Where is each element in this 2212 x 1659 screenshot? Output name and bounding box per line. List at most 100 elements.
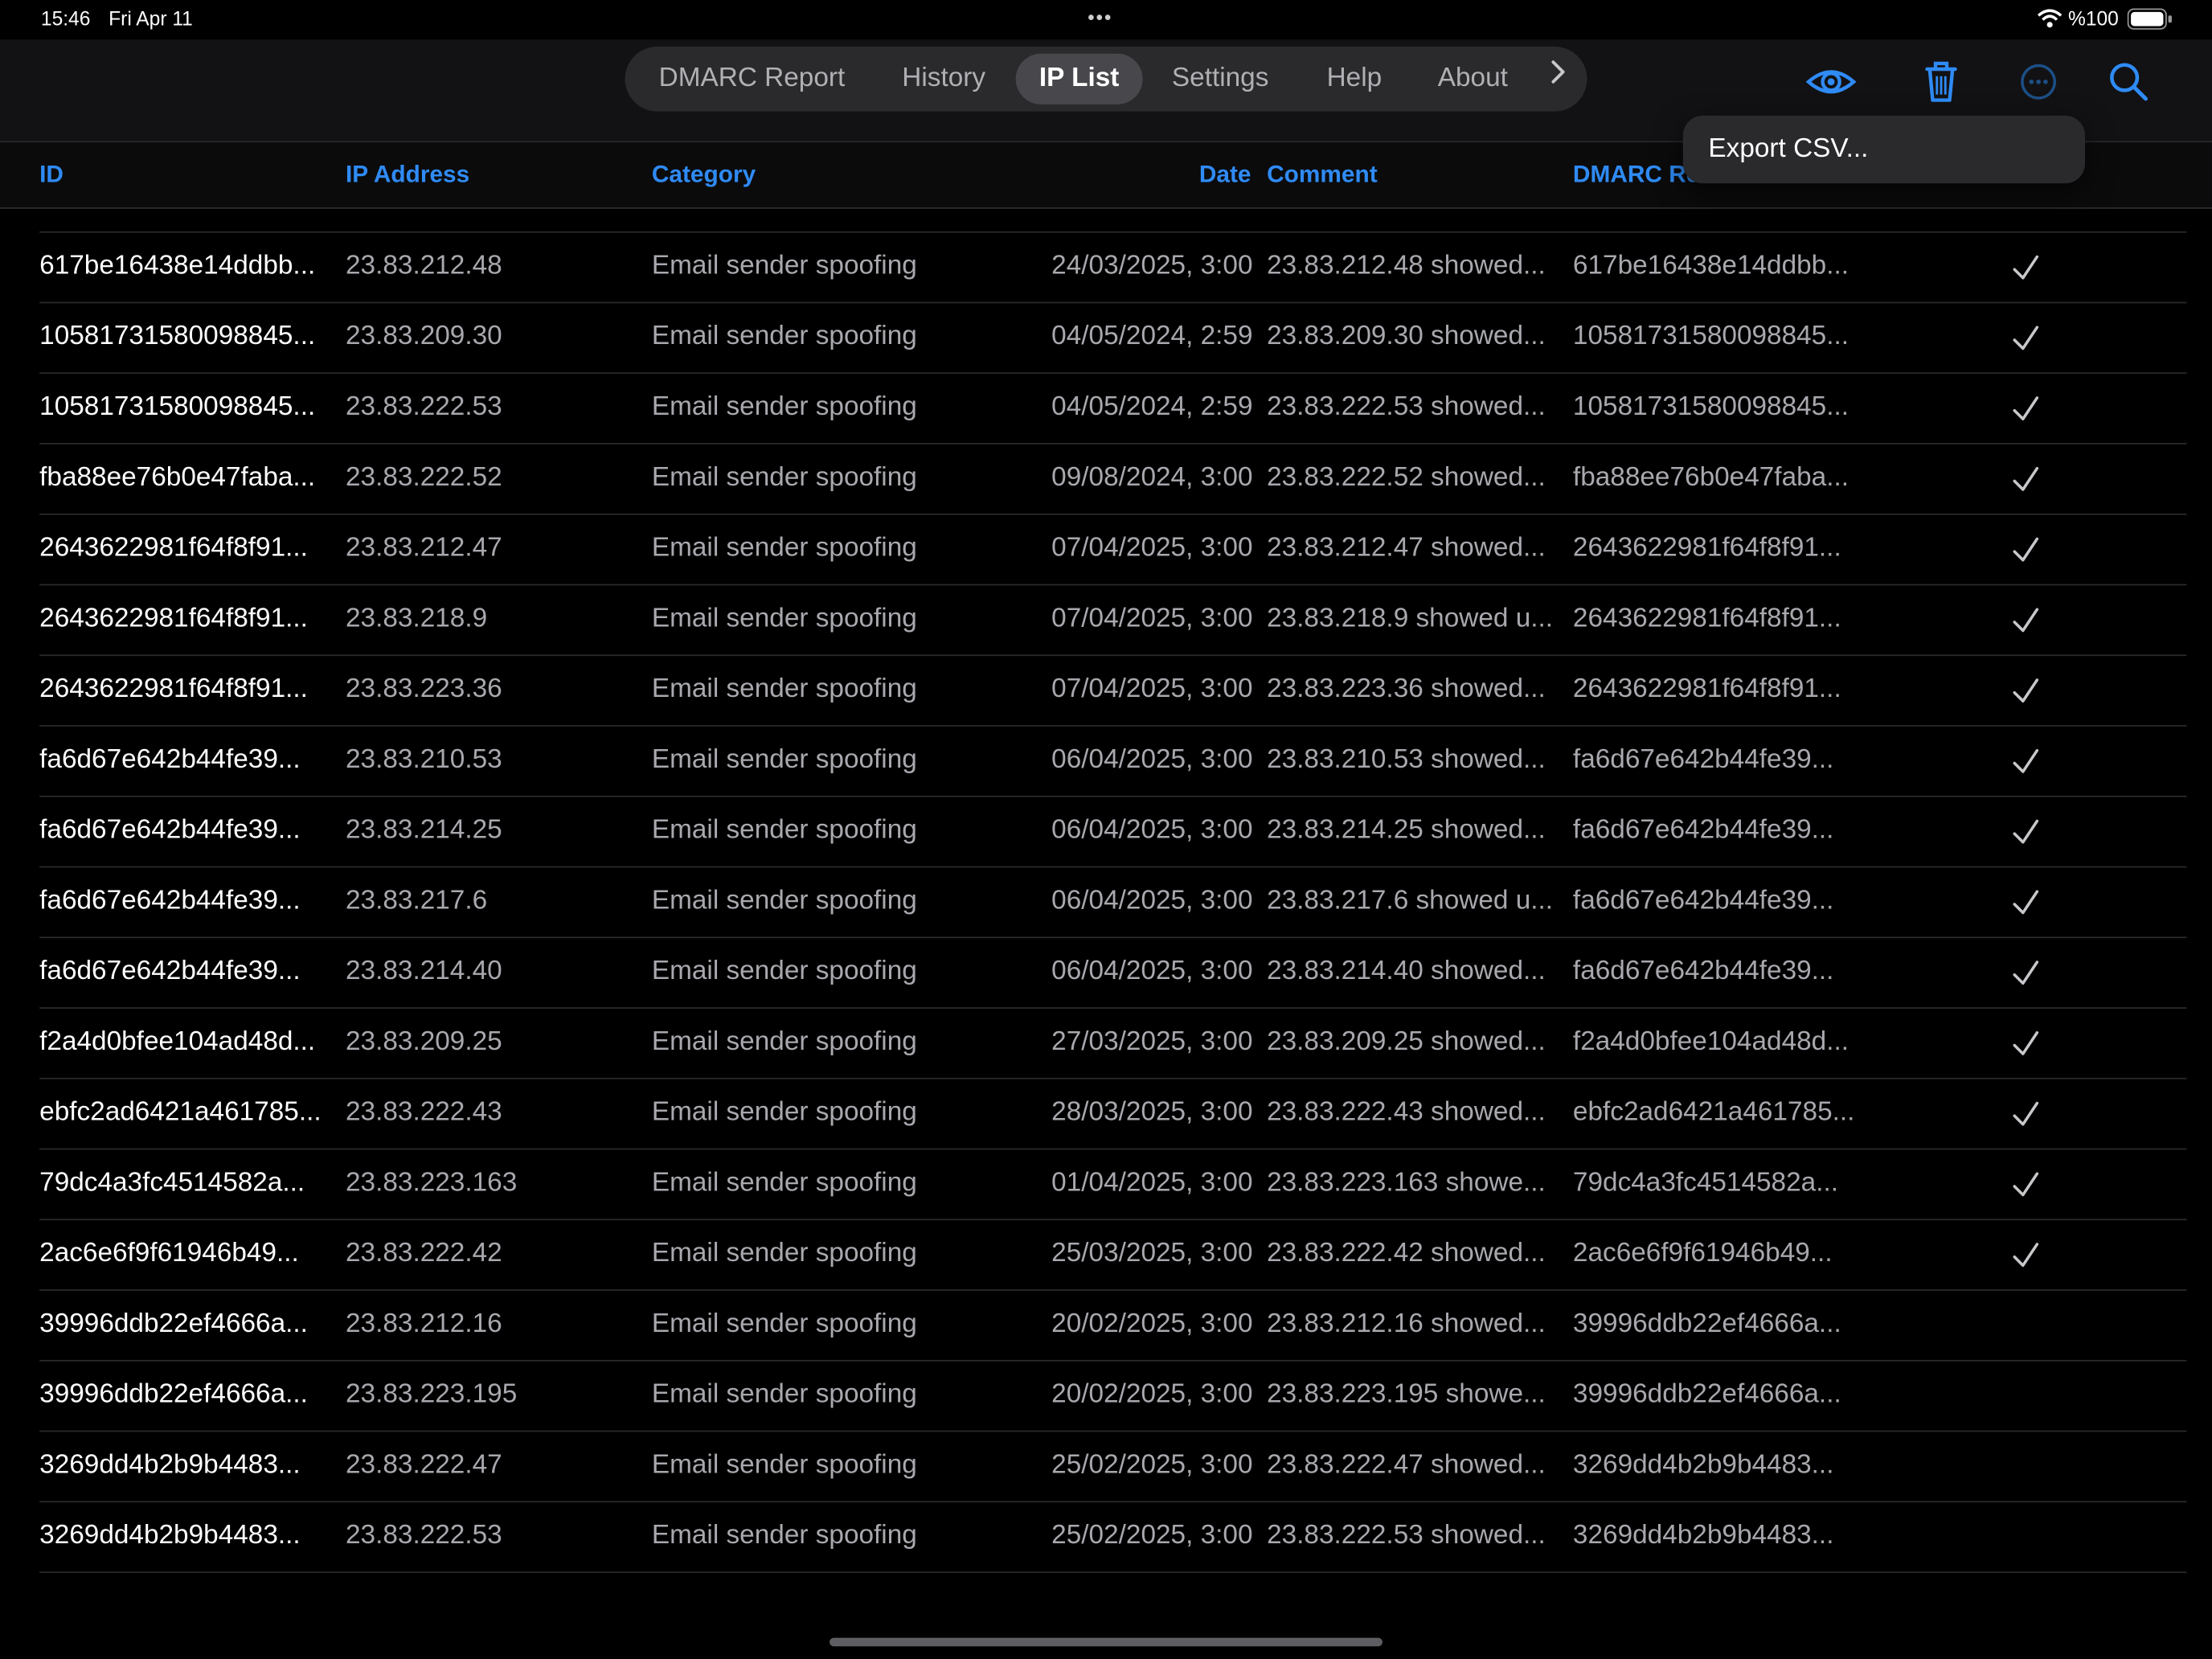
- search-icon[interactable]: [2103, 56, 2154, 107]
- row-comment: 23.83.209.30 showed...: [1267, 322, 1546, 352]
- row-id: 3269dd4b2b9b4483...: [39, 1450, 301, 1481]
- column-header-id[interactable]: ID: [39, 161, 63, 189]
- checkmark-icon: [2009, 394, 2042, 425]
- row-dmarc-report: fa6d67e642b44fe39...: [1572, 815, 1834, 846]
- row-comment: 23.83.222.52 showed...: [1267, 462, 1546, 493]
- row-date: 20/02/2025, 3:00: [1051, 1309, 1253, 1339]
- row-comment: 23.83.214.40 showed...: [1267, 956, 1546, 986]
- table-row[interactable]: fa6d67e642b44fe39... 23.83.210.53 Email se…: [0, 727, 2212, 797]
- wifi-icon: [2037, 9, 2062, 33]
- row-dmarc-report: 10581731580098845...: [1572, 391, 1849, 422]
- table-row[interactable]: 10581731580098845... 23.83.222.53 Email se…: [0, 374, 2212, 444]
- table-row[interactable]: 2643622981f64f8f91... 23.83.212.47 Email s…: [0, 515, 2212, 586]
- table-row[interactable]: 2643622981f64f8f91... 23.83.223.36 Email s…: [0, 656, 2212, 727]
- status-bar: 15:46 Fri Apr 11 ••• %100: [0, 0, 2212, 39]
- tab-ip-list[interactable]: IP List: [1015, 53, 1143, 104]
- row-category: Email sender spoofing: [651, 1238, 917, 1268]
- row-id: 2ac6e6f9f61946b49...: [39, 1238, 299, 1268]
- row-dmarc-report: 3269dd4b2b9b4483...: [1572, 1520, 1834, 1550]
- table-row[interactable]: f2a4d0bfee104ad48d... 23.83.209.25 Email s…: [0, 1009, 2212, 1079]
- table-row[interactable]: 39996ddb22ef4666a... 23.83.212.16 Email se…: [0, 1291, 2212, 1362]
- row-comment: 23.83.222.43 showed...: [1267, 1097, 1546, 1128]
- row-dmarc-report: 3269dd4b2b9b4483...: [1572, 1450, 1834, 1481]
- row-dmarc-report: 2643622981f64f8f91...: [1572, 533, 1841, 563]
- row-id: 2643622981f64f8f91...: [39, 533, 308, 563]
- row-ip-address: 23.83.222.42: [345, 1238, 502, 1268]
- row-category: Email sender spoofing: [651, 744, 917, 775]
- table-row[interactable]: fa6d67e642b44fe39... 23.83.214.40 Email se…: [0, 938, 2212, 1009]
- checkmark-icon: [2009, 817, 2042, 848]
- home-indicator[interactable]: [829, 1637, 1382, 1647]
- table-row[interactable]: 10581731580098845... 23.83.209.30 Email se…: [0, 303, 2212, 375]
- checkmark-icon: [2009, 535, 2042, 566]
- multitasking-dots-icon[interactable]: •••: [1088, 6, 1112, 28]
- table-row[interactable]: 79dc4a3fc4514582a... 23.83.223.163 Email s…: [0, 1149, 2212, 1221]
- row-category: Email sender spoofing: [651, 251, 917, 281]
- chevron-right-icon[interactable]: [1543, 58, 1571, 86]
- tab-history[interactable]: History: [879, 54, 1008, 104]
- row-dmarc-report: 617be16438e14ddbb...: [1572, 251, 1849, 281]
- ellipsis-circle-icon[interactable]: [2013, 56, 2064, 107]
- table-row[interactable]: 617be16438e14ddbb... 23.83.212.48 Email se…: [0, 233, 2212, 304]
- column-header-ip-address[interactable]: IP Address: [346, 161, 469, 189]
- row-dmarc-report: 2643622981f64f8f91...: [1572, 604, 1841, 634]
- export-csv-menu-item[interactable]: Export CSV...: [1708, 134, 1868, 166]
- tab-help[interactable]: Help: [1308, 54, 1401, 104]
- row-dmarc-report: 2ac6e6f9f61946b49...: [1572, 1238, 1833, 1268]
- table-row[interactable]: fa6d67e642b44fe39... 23.83.214.25 Email se…: [0, 797, 2212, 868]
- row-date: 25/02/2025, 3:00: [1051, 1520, 1253, 1550]
- row-category: Email sender spoofing: [651, 1097, 917, 1128]
- row-ip-address: 23.83.214.40: [345, 956, 502, 986]
- row-date: 06/04/2025, 3:00: [1051, 886, 1253, 916]
- row-category: Email sender spoofing: [651, 533, 917, 563]
- row-comment: 23.83.218.9 showed u...: [1267, 604, 1554, 634]
- row-comment: 23.83.223.36 showed...: [1267, 674, 1546, 704]
- column-header-date[interactable]: Date: [1199, 161, 1251, 189]
- row-comment: 23.83.210.53 showed...: [1267, 744, 1546, 775]
- row-id: 10581731580098845...: [39, 322, 316, 352]
- checkmark-icon: [2009, 1028, 2042, 1059]
- row-dmarc-report: fa6d67e642b44fe39...: [1572, 886, 1834, 916]
- battery-icon: [2127, 8, 2173, 35]
- column-header-comment[interactable]: Comment: [1267, 161, 1378, 189]
- checkmark-icon: [2009, 1169, 2042, 1201]
- row-category: Email sender spoofing: [651, 1026, 917, 1057]
- row-dmarc-report: 10581731580098845...: [1572, 322, 1849, 352]
- eye-icon[interactable]: [1805, 56, 1857, 107]
- column-header-dmarc-report[interactable]: DMARC Re: [1573, 161, 1699, 189]
- row-ip-address: 23.83.209.30: [345, 322, 502, 352]
- row-comment: 23.83.212.47 showed...: [1267, 533, 1546, 563]
- table-row[interactable]: 3269dd4b2b9b4483... 23.83.222.47 Email sen…: [0, 1432, 2212, 1503]
- row-category: Email sender spoofing: [651, 604, 917, 634]
- row-dmarc-report: 79dc4a3fc4514582a...: [1572, 1168, 1839, 1198]
- row-dmarc-report: ebfc2ad6421a461785...: [1572, 1097, 1855, 1128]
- row-date: 06/04/2025, 3:00: [1051, 815, 1253, 846]
- tab-settings[interactable]: Settings: [1151, 54, 1289, 104]
- row-date: 06/04/2025, 3:00: [1051, 956, 1253, 986]
- row-id: 2643622981f64f8f91...: [39, 674, 308, 704]
- tab-dmarc-report[interactable]: DMARC Report: [642, 54, 862, 104]
- row-dmarc-report: fa6d67e642b44fe39...: [1572, 744, 1834, 775]
- column-header-category[interactable]: Category: [652, 161, 756, 189]
- trash-icon[interactable]: [1915, 56, 1966, 107]
- table-row[interactable]: 2ac6e6f9f61946b49... 23.83.222.42 Email se…: [0, 1220, 2212, 1291]
- table-row[interactable]: ebfc2ad6421a461785... 23.83.222.43 Email s…: [0, 1079, 2212, 1150]
- table-row[interactable]: 2643622981f64f8f91... 23.83.218.9 Email se…: [0, 585, 2212, 657]
- row-dmarc-report: fba88ee76b0e47faba...: [1572, 462, 1849, 493]
- row-category: Email sender spoofing: [651, 1450, 917, 1481]
- app-window: 15:46 Fri Apr 11 ••• %100 DMARC Report H…: [0, 0, 2212, 1659]
- row-comment: 23.83.217.6 showed u...: [1267, 886, 1554, 916]
- checkmark-icon: [2009, 605, 2042, 637]
- row-id: ebfc2ad6421a461785...: [39, 1097, 322, 1128]
- row-comment: 23.83.222.53 showed...: [1267, 391, 1546, 422]
- tab-about[interactable]: About: [1418, 54, 1528, 104]
- table-row[interactable]: fba88ee76b0e47faba... 23.83.222.52 Email s…: [0, 444, 2212, 515]
- table-row[interactable]: 3269dd4b2b9b4483... 23.83.222.53 Email sen…: [0, 1502, 2212, 1573]
- row-id: 2643622981f64f8f91...: [39, 604, 308, 634]
- table-row[interactable]: fa6d67e642b44fe39... 23.83.217.6 Email sen…: [0, 867, 2212, 939]
- row-dmarc-report: 39996ddb22ef4666a...: [1572, 1309, 1841, 1339]
- table-row[interactable]: 39996ddb22ef4666a... 23.83.223.195 Email s…: [0, 1362, 2212, 1432]
- row-dmarc-report: f2a4d0bfee104ad48d...: [1572, 1026, 1849, 1057]
- row-comment: 23.83.223.195 showe...: [1267, 1379, 1546, 1410]
- checkmark-icon: [2009, 1240, 2042, 1272]
